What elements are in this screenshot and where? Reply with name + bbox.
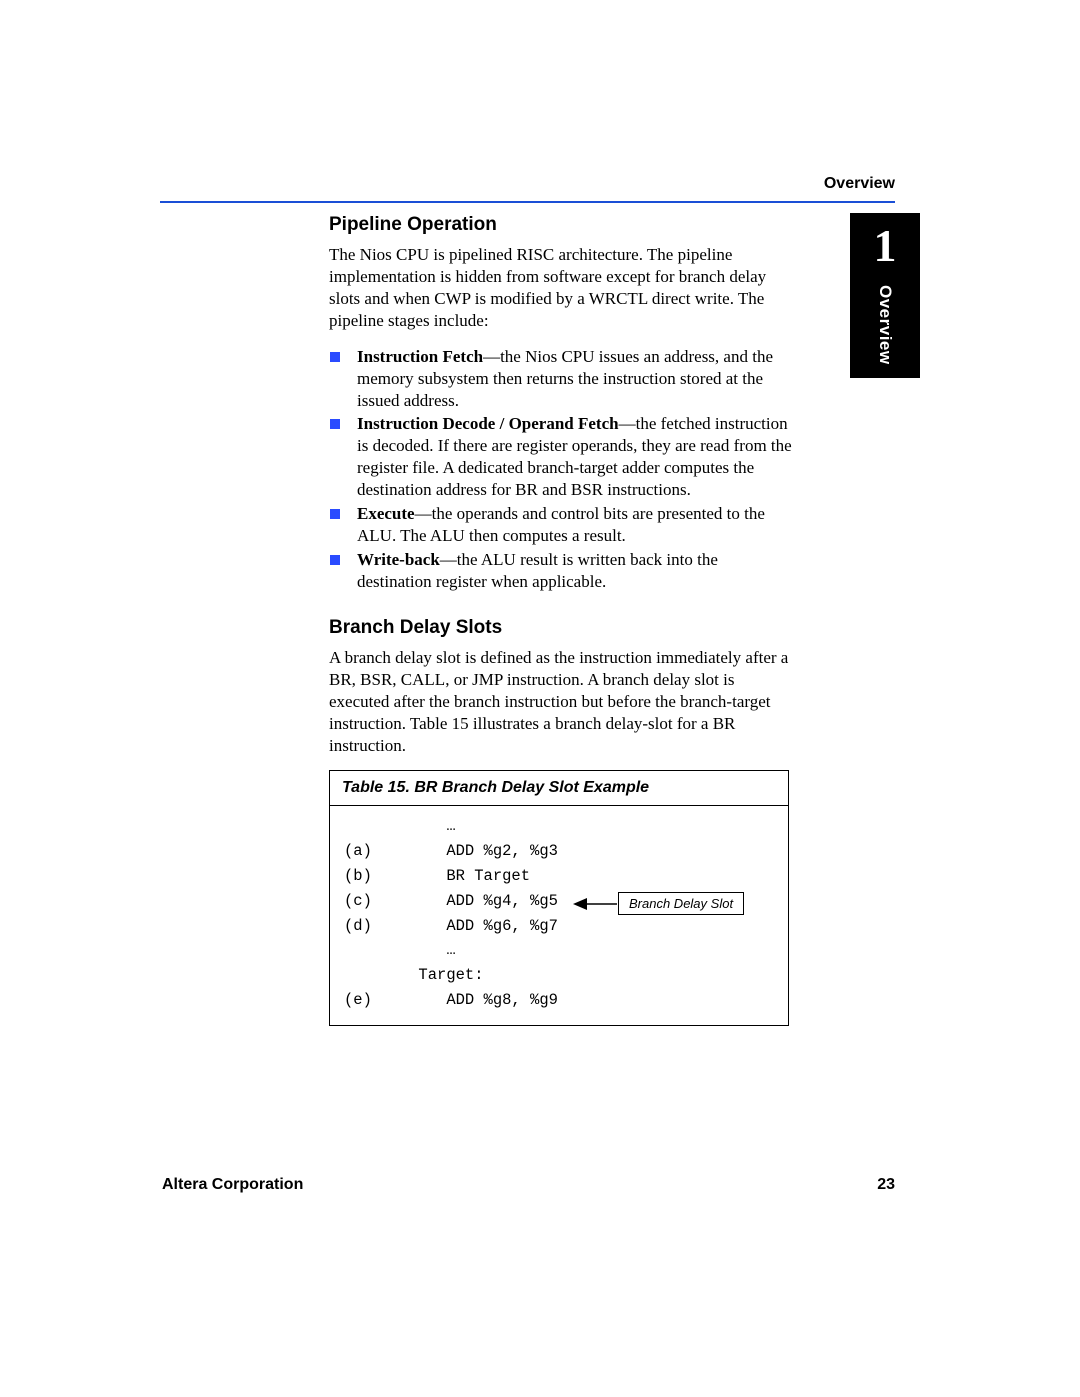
chapter-number: 1	[850, 213, 920, 269]
section-title-branch: Branch Delay Slots	[329, 617, 794, 639]
square-bullet-icon	[329, 346, 357, 364]
square-bullet-icon	[329, 549, 357, 567]
bullet-text: Write-back—the ALU result is written bac…	[357, 549, 794, 593]
footer-page-number: 23	[877, 1176, 895, 1194]
code-listing: … (a) ADD %g2, %g3 (b) BR Target (c) ADD…	[330, 806, 788, 1024]
code-row: …	[344, 814, 774, 839]
bullet-text: Instruction Fetch—the Nios CPU issues an…	[357, 346, 794, 412]
arrow-left-icon	[573, 897, 618, 911]
code-row: (a) ADD %g2, %g3	[344, 839, 774, 864]
header-section-label: Overview	[824, 175, 895, 193]
section2-para: A branch delay slot is defined as the in…	[329, 647, 794, 757]
pipeline-bullet-list: Instruction Fetch—the Nios CPU issues an…	[329, 346, 794, 593]
table-caption: Table 15. BR Branch Delay Slot Example	[330, 771, 788, 806]
code-row: (d) ADD %g6, %g7	[344, 914, 774, 939]
code-row: Target:	[344, 963, 774, 988]
content-column: Pipeline Operation The Nios CPU is pipel…	[329, 214, 794, 1026]
section-title-pipeline: Pipeline Operation	[329, 214, 794, 236]
code-row: (b) BR Target	[344, 864, 774, 889]
square-bullet-icon	[329, 413, 357, 431]
header-rule	[160, 201, 895, 203]
list-item: Write-back—the ALU result is written bac…	[329, 549, 794, 593]
list-item: Instruction Decode / Operand Fetch—the f…	[329, 413, 794, 501]
table-15: Table 15. BR Branch Delay Slot Example ……	[329, 770, 789, 1025]
code-row: …	[344, 938, 774, 963]
chapter-label: Overview	[875, 285, 895, 365]
code-row: (e) ADD %g8, %g9	[344, 988, 774, 1013]
bullet-text: Instruction Decode / Operand Fetch—the f…	[357, 413, 794, 501]
branch-delay-annotation: Branch Delay Slot	[618, 892, 744, 915]
list-item: Execute—the operands and control bits ar…	[329, 503, 794, 547]
bullet-text: Execute—the operands and control bits ar…	[357, 503, 794, 547]
chapter-tab: 1 Overview	[850, 213, 920, 378]
list-item: Instruction Fetch—the Nios CPU issues an…	[329, 346, 794, 412]
footer-company: Altera Corporation	[162, 1176, 303, 1194]
square-bullet-icon	[329, 503, 357, 521]
section1-para: The Nios CPU is pipelined RISC architect…	[329, 244, 794, 332]
page: Overview 1 Overview Pipeline Operation T…	[0, 0, 1080, 1397]
